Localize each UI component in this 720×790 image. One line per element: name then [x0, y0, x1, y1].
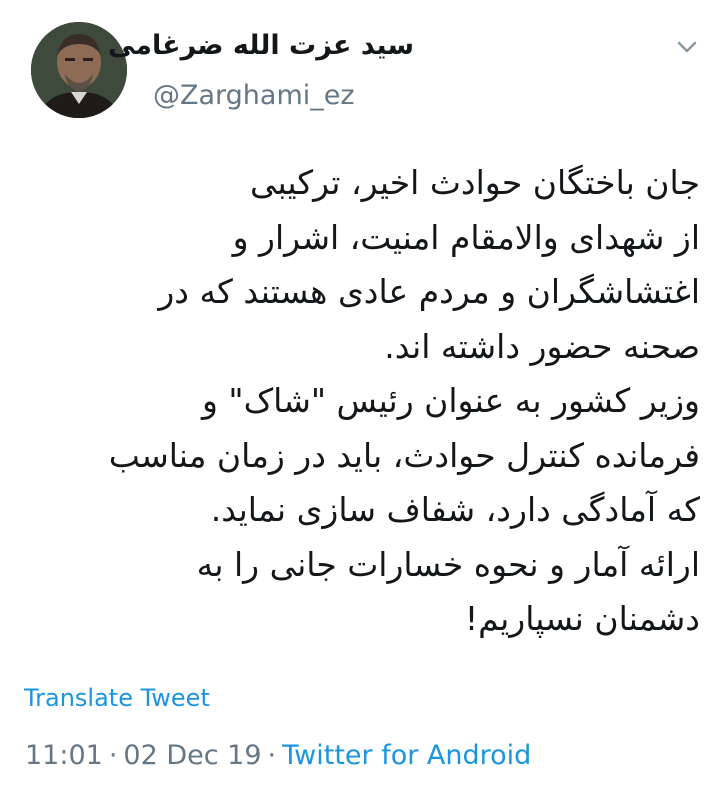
tweet-meta: 11:01 · 02 Dec 19 · Twitter for Android — [25, 740, 531, 771]
tweet-line: ارائه آمار و نحوه خسارات جانی را به — [196, 544, 700, 584]
tweet-source-link[interactable]: Twitter for Android — [282, 740, 531, 771]
translate-tweet-link[interactable]: Translate Tweet — [24, 684, 210, 712]
tweet-date: 02 Dec 19 — [123, 740, 262, 771]
chevron-down-icon[interactable] — [674, 34, 700, 60]
tweet-line: اغتشاشگران و مردم عادی هستند که در — [158, 272, 700, 311]
tweet-text: جان باختگان حوادث اخیر، ترکیبی از شهدای … — [10, 156, 700, 647]
tweet-line: از شهدای والامقام امنیت، اشرار و — [232, 217, 700, 257]
display-name[interactable]: سید عزت الله ضرغامی — [108, 30, 414, 61]
meta-separator: · — [108, 740, 118, 771]
tweet-line: صحنه حضور داشته اند. — [384, 326, 700, 366]
meta-separator: · — [267, 740, 277, 771]
tweet-line: که آمادگی دارد، شفاف سازی نماید. — [210, 490, 700, 529]
tweet-line: دشمنان نسپاریم! — [464, 599, 700, 638]
tweet-line: وزیر کشور به عنوان رئیس "شاک" و — [202, 381, 700, 420]
tweet-time: 11:01 — [25, 740, 103, 771]
user-handle[interactable]: @Zarghami_ez — [153, 80, 355, 111]
tweet-card: سید عزت الله ضرغامی @Zarghami_ez جان باخ… — [0, 0, 720, 790]
tweet-line: فرمانده کنترل حوادث، باید در زمان مناسب — [108, 435, 700, 475]
tweet-line: جان باختگان حوادث اخیر، ترکیبی — [249, 163, 700, 202]
